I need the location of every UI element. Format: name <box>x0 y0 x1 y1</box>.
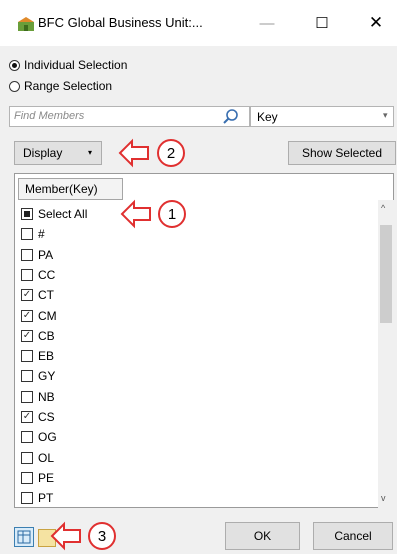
scroll-down-icon[interactable]: v <box>381 493 386 503</box>
member-row[interactable]: PE <box>21 468 54 488</box>
member-row[interactable]: PT <box>21 488 53 508</box>
member-row[interactable]: ✓ CM <box>21 306 57 326</box>
checkbox-icon[interactable] <box>21 390 33 403</box>
checkbox-icon[interactable] <box>21 471 33 484</box>
callout-number: 1 <box>168 206 176 223</box>
member-label: Select All <box>38 207 88 221</box>
checkbox-icon[interactable] <box>21 228 33 241</box>
member-label: CS <box>38 410 55 424</box>
checkbox-checked-icon[interactable]: ✓ <box>21 289 33 302</box>
member-row[interactable]: ✓ CS <box>21 407 55 427</box>
member-row[interactable]: OG <box>21 427 57 447</box>
member-label: CM <box>38 308 57 323</box>
show-selected-button[interactable]: Show Selected <box>288 141 396 165</box>
member-row[interactable]: PA <box>21 245 53 265</box>
cancel-button[interactable]: Cancel <box>313 522 393 550</box>
member-label: PE <box>38 470 55 485</box>
radio-unselected-icon <box>9 80 20 92</box>
display-label: Display <box>23 146 63 160</box>
member-row[interactable]: CC <box>21 265 55 285</box>
checkbox-icon[interactable] <box>21 431 33 444</box>
checkbox-icon[interactable] <box>21 350 33 363</box>
search-field-value: Key <box>257 110 278 124</box>
search-icon[interactable] <box>222 108 240 126</box>
radio-label: Range Selection <box>24 79 113 93</box>
callout-3: 3 <box>50 521 116 551</box>
member-label: OL <box>38 450 55 465</box>
ok-button[interactable]: OK <box>225 522 300 550</box>
scrollbar-thumb[interactable] <box>380 225 392 323</box>
radio-individual-selection[interactable]: Individual Selection <box>9 56 127 74</box>
checkbox-icon[interactable] <box>21 268 33 281</box>
radio-label: Individual Selection <box>24 58 128 72</box>
member-row[interactable]: GY <box>21 366 55 386</box>
member-label: NB <box>38 389 55 404</box>
checkbox-icon[interactable] <box>21 451 33 464</box>
scroll-up-icon[interactable]: ^ <box>381 203 385 213</box>
member-row[interactable]: ✓ CB <box>21 326 55 346</box>
select-all-row[interactable]: Select All <box>21 204 87 224</box>
checkbox-icon[interactable] <box>21 248 33 261</box>
member-row[interactable]: EB <box>21 346 54 366</box>
radio-range-selection[interactable]: Range Selection <box>9 77 112 95</box>
callout-2: 2 <box>118 138 185 168</box>
callout-1: 1 <box>120 199 186 229</box>
close-button[interactable]: ✕ <box>361 10 391 36</box>
checkbox-checked-icon[interactable]: ✓ <box>21 411 33 423</box>
member-label: CT <box>38 288 54 303</box>
grid-options-icon[interactable] <box>14 527 34 547</box>
maximize-button[interactable]: ☐ <box>307 10 337 36</box>
member-row[interactable]: # <box>21 224 45 244</box>
checkbox-checked-icon[interactable]: ✓ <box>21 329 33 342</box>
chevron-down-icon: ▾ <box>88 148 93 157</box>
checkbox-icon[interactable] <box>21 492 33 505</box>
member-row[interactable]: NB <box>21 387 55 407</box>
member-label: EB <box>38 349 55 364</box>
member-label: OG <box>38 430 57 445</box>
member-label: GY <box>38 369 56 384</box>
minimize-button[interactable]: — <box>252 10 282 36</box>
checkbox-partial-icon[interactable] <box>21 208 33 220</box>
checkbox-checked-icon[interactable]: ✓ <box>21 309 33 322</box>
member-label: PA <box>38 247 54 262</box>
app-icon <box>17 16 37 32</box>
window-title: BFC Global Business Unit:... <box>38 15 203 30</box>
member-label: # <box>38 227 45 242</box>
member-label: PT <box>38 491 54 506</box>
member-row[interactable]: OL <box>21 448 54 468</box>
find-members-placeholder: Find Members <box>14 110 85 122</box>
callout-number: 2 <box>167 145 175 162</box>
callout-number: 3 <box>98 528 106 545</box>
column-header-member-key[interactable]: Member(Key) <box>18 178 123 200</box>
checkbox-icon[interactable] <box>21 370 33 383</box>
chevron-down-icon[interactable]: ▾ <box>383 110 388 121</box>
member-row[interactable]: ✓ CT <box>21 285 54 305</box>
member-label: CC <box>38 267 56 282</box>
radio-selected-icon <box>9 59 20 71</box>
member-label: CB <box>38 328 55 343</box>
